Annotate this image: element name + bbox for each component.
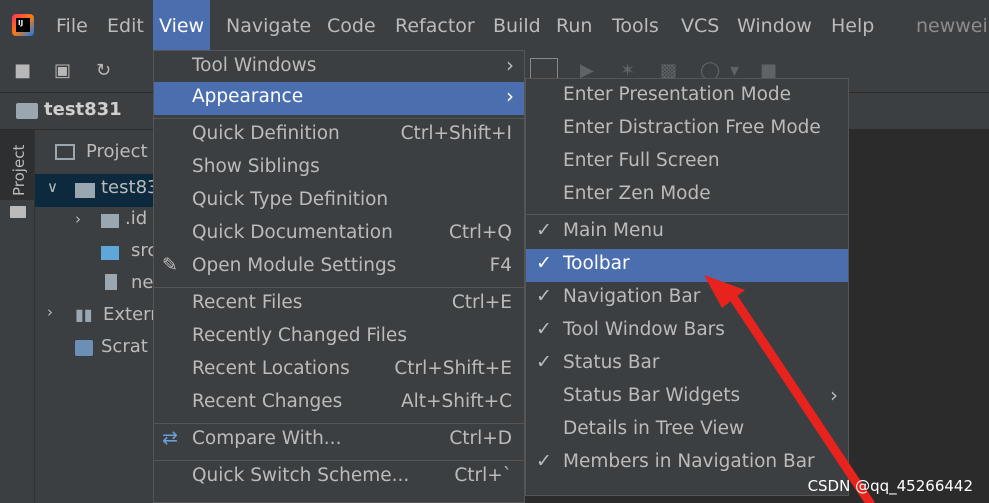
arrow-shaft (730, 295, 875, 503)
annotation-arrow (704, 275, 875, 503)
watermark: CSDN @qq_45266442 (807, 477, 973, 495)
